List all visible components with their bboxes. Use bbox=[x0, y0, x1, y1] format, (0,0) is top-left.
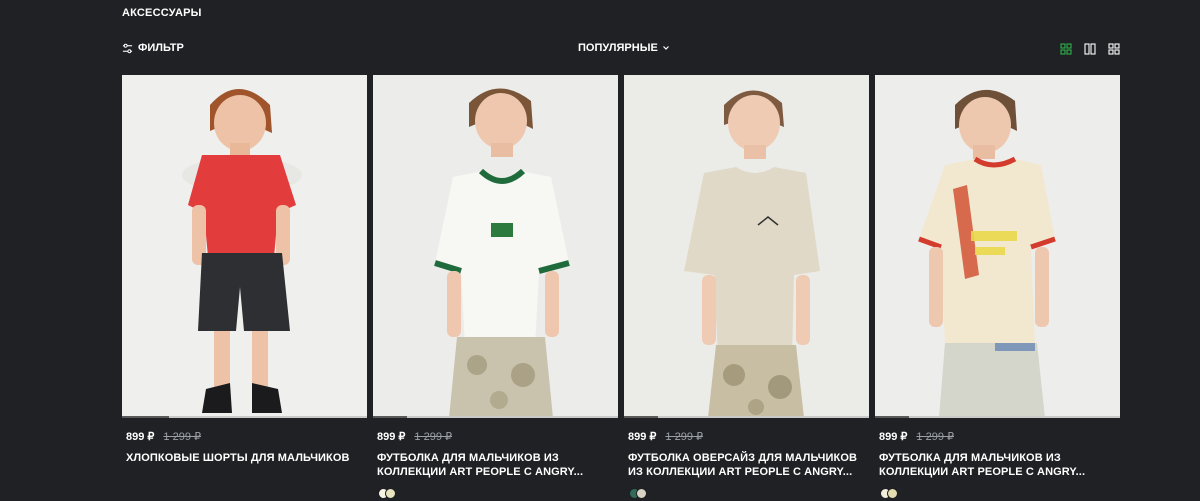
product-title[interactable]: ФУТБОЛКА ДЛЯ МАЛЬЧИКОВ ИЗ КОЛЛЕКЦИИ ART … bbox=[373, 451, 618, 479]
image-slider-progress bbox=[122, 416, 367, 418]
image-slider-progress bbox=[624, 416, 869, 418]
price-row: 899 ₽ 1 299 ₽ bbox=[875, 430, 1120, 443]
product-card[interactable]: 899 ₽ 1 299 ₽ ХЛОПКОВЫЕ ШОРТЫ ДЛЯ МАЛЬЧИ… bbox=[122, 75, 367, 499]
filter-sliders-icon bbox=[122, 43, 133, 53]
catalog-toolbar: ФИЛЬТР ПОПУЛЯРНЫЕ bbox=[122, 42, 1120, 58]
old-price: 1 299 ₽ bbox=[163, 431, 202, 443]
price-row: 899 ₽ 1 299 ₽ bbox=[122, 430, 367, 443]
product-photo[interactable] bbox=[373, 75, 618, 418]
color-swatch[interactable] bbox=[385, 488, 396, 499]
product-card[interactable]: 899 ₽ 1 299 ₽ ФУТБОЛКА ОВЕРСАЙЗ ДЛЯ МАЛЬ… bbox=[624, 75, 869, 499]
old-price: 1 299 ₽ bbox=[916, 431, 955, 443]
image-slider-progress bbox=[875, 416, 1120, 418]
current-price: 899 ₽ bbox=[126, 431, 155, 443]
product-grid: 899 ₽ 1 299 ₽ ХЛОПКОВЫЕ ШОРТЫ ДЛЯ МАЛЬЧИ… bbox=[122, 75, 1121, 499]
boy-beige-oversize-tshirt-image bbox=[624, 75, 869, 418]
boy-back-print-tshirt-image bbox=[875, 75, 1120, 418]
category-title[interactable]: АКСЕССУАРЫ bbox=[122, 7, 202, 19]
old-price: 1 299 ₽ bbox=[414, 431, 453, 443]
product-title[interactable]: ФУТБОЛКА ОВЕРСАЙЗ ДЛЯ МАЛЬЧИКОВ ИЗ КОЛЛЕ… bbox=[624, 451, 869, 479]
boy-white-tshirt-image bbox=[373, 75, 618, 418]
sort-dropdown[interactable]: ПОПУЛЯРНЫЕ bbox=[578, 42, 670, 54]
color-swatches bbox=[624, 488, 869, 499]
product-title[interactable]: ХЛОПКОВЫЕ ШОРТЫ ДЛЯ МАЛЬЧИКОВ bbox=[122, 451, 367, 465]
color-swatch[interactable] bbox=[636, 488, 647, 499]
view-switch bbox=[1060, 43, 1120, 55]
price-row: 899 ₽ 1 299 ₽ bbox=[624, 430, 869, 443]
product-photo[interactable] bbox=[122, 75, 367, 418]
filter-button[interactable]: ФИЛЬТР bbox=[122, 42, 184, 54]
product-photo[interactable] bbox=[875, 75, 1120, 418]
filter-label: ФИЛЬТР bbox=[138, 42, 184, 54]
chevron-down-icon bbox=[662, 46, 669, 50]
grid-small-view-icon[interactable] bbox=[1108, 43, 1120, 55]
catalog-page: АКСЕССУАРЫ ФИЛЬТР ПОПУЛЯРНЫЕ 899 ₽ 1 299… bbox=[0, 0, 1200, 501]
current-price: 899 ₽ bbox=[879, 431, 908, 443]
image-slider-progress bbox=[373, 416, 618, 418]
old-price: 1 299 ₽ bbox=[665, 431, 704, 443]
product-title[interactable]: ФУТБОЛКА ДЛЯ МАЛЬЧИКОВ ИЗ КОЛЛЕКЦИИ ART … bbox=[875, 451, 1120, 479]
current-price: 899 ₽ bbox=[628, 431, 657, 443]
color-swatches bbox=[373, 488, 618, 499]
current-price: 899 ₽ bbox=[377, 431, 406, 443]
price-row: 899 ₽ 1 299 ₽ bbox=[373, 430, 618, 443]
product-card[interactable]: 899 ₽ 1 299 ₽ ФУТБОЛКА ДЛЯ МАЛЬЧИКОВ ИЗ … bbox=[373, 75, 618, 499]
color-swatch[interactable] bbox=[887, 488, 898, 499]
grid-4-view-icon[interactable] bbox=[1060, 43, 1072, 55]
grid-2-view-icon[interactable] bbox=[1084, 43, 1096, 55]
product-photo[interactable] bbox=[624, 75, 869, 418]
boy-red-tshirt-shorts-image bbox=[122, 75, 367, 418]
color-swatches bbox=[875, 488, 1120, 499]
sort-label: ПОПУЛЯРНЫЕ bbox=[578, 42, 658, 54]
product-card[interactable]: 899 ₽ 1 299 ₽ ФУТБОЛКА ДЛЯ МАЛЬЧИКОВ ИЗ … bbox=[875, 75, 1120, 499]
